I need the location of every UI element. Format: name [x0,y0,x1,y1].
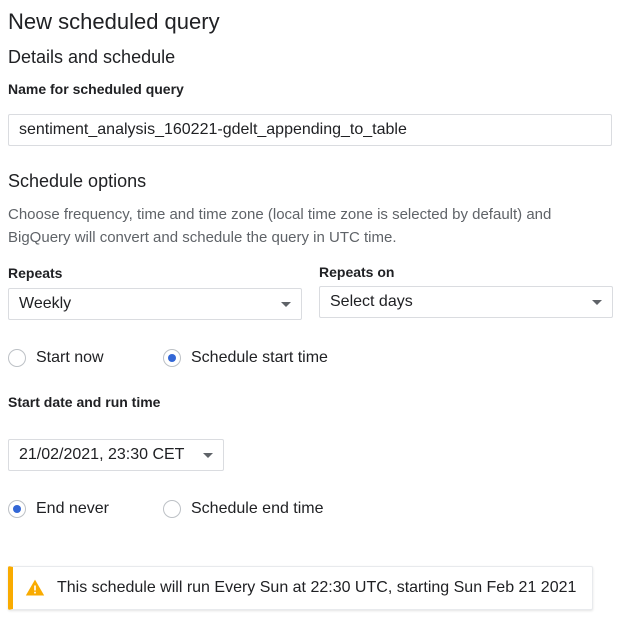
schedule-start-time-label: Schedule start time [191,349,328,366]
start-now-option[interactable]: Start now [8,349,104,367]
end-never-label: End never [36,500,109,517]
chevron-down-icon [281,301,291,307]
page-title: New scheduled query [8,9,220,34]
schedule-start-time-radio[interactable] [163,349,181,367]
schedule-options-title: Schedule options [8,171,147,191]
query-name-input[interactable] [8,114,612,146]
schedule-summary-text: This schedule will run Every Sun at 22:3… [57,579,577,596]
schedule-end-time-label: Schedule end time [191,500,324,517]
warning-icon [25,578,45,598]
start-now-label: Start now [36,349,104,366]
chevron-down-icon [203,452,213,458]
start-datetime-value: 21/02/2021, 23:30 CET [19,446,185,463]
name-field-label: Name for scheduled query [8,81,184,97]
schedule-options-description: Choose frequency, time and time zone (lo… [8,206,552,246]
repeats-value: Weekly [19,295,72,312]
start-date-label: Start date and run time [8,394,161,410]
end-never-radio[interactable] [8,500,26,518]
end-never-option[interactable]: End never [8,500,109,518]
start-datetime-select[interactable]: 21/02/2021, 23:30 CET [8,439,224,471]
repeats-select[interactable]: Weekly [8,288,302,320]
start-now-radio[interactable] [8,349,26,367]
chevron-down-icon [592,299,602,305]
repeats-on-label: Repeats on [319,264,395,280]
schedule-end-time-option[interactable]: Schedule end time [163,500,324,518]
repeats-label: Repeats [8,265,63,281]
schedule-summary-notice: This schedule will run Every Sun at 22:3… [8,566,593,610]
section-title-details: Details and schedule [8,47,176,67]
repeats-on-value: Select days [330,293,413,310]
schedule-start-time-option[interactable]: Schedule start time [163,349,328,367]
repeats-on-select[interactable]: Select days [319,286,613,318]
schedule-end-time-radio[interactable] [163,500,181,518]
